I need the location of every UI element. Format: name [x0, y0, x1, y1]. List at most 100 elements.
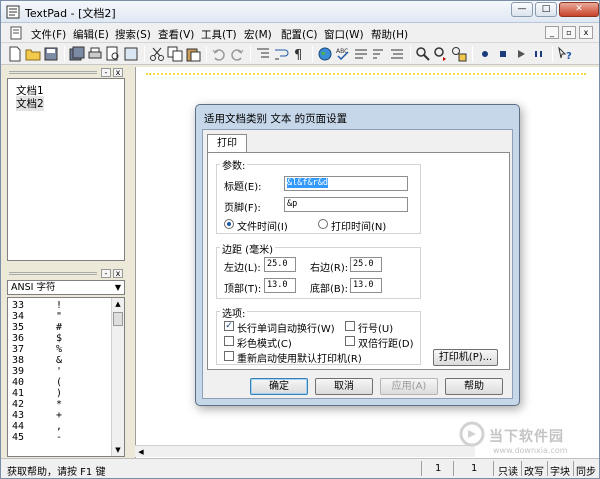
spelling-icon[interactable]: ABC: [335, 46, 351, 62]
menu-tools[interactable]: 工具(T): [201, 27, 237, 42]
list-item[interactable]: 34 ": [12, 311, 62, 322]
list-item[interactable]: 36 $: [12, 333, 62, 344]
character-list-scrollbar[interactable]: ▲ ▼: [111, 298, 124, 456]
footer-field[interactable]: &p: [284, 197, 408, 212]
list-item[interactable]: 44,: [12, 421, 62, 432]
list-item[interactable]: 43 +: [12, 410, 62, 421]
context-help-icon[interactable]: ?: [557, 46, 573, 62]
dialog-body: 打印 参数: 标题(E): &l&f&r&d 页脚(F): &p 文件时间(I)…: [202, 129, 513, 399]
horizontal-scrollbar[interactable]: ◀: [135, 445, 475, 457]
print-icon[interactable]: [87, 46, 103, 62]
word-wrap-checkbox[interactable]: ✓: [224, 321, 234, 331]
header-field[interactable]: &l&f&r&d: [284, 176, 408, 191]
panel-grip[interactable]: [9, 272, 97, 275]
tab-print[interactable]: 打印: [207, 134, 247, 153]
help-button[interactable]: 帮助: [445, 378, 503, 395]
redo-icon[interactable]: [229, 46, 245, 62]
file-time-radio[interactable]: [224, 219, 234, 229]
options-group-label: 选项:: [220, 305, 248, 320]
page-setup-dialog: 适用文档类别 文本 的页面设置 打印 参数: 标题(E): &l&f&r&d 页…: [195, 104, 520, 406]
pilcrow-icon[interactable]: ¶: [291, 46, 307, 62]
left-margin-label: 左边(L):: [224, 263, 261, 274]
print-time-radio[interactable]: [318, 219, 328, 229]
panel-close-button[interactable]: x: [113, 269, 123, 278]
maximize-button[interactable]: □: [535, 2, 557, 17]
list-item[interactable]: 35 #: [12, 322, 62, 333]
reset-printer-label: 重新启动使用默认打印机(R): [237, 354, 362, 365]
scroll-down-icon[interactable]: ▼: [112, 444, 124, 456]
menu-help[interactable]: 帮助(H): [371, 27, 408, 42]
list-item[interactable]: 37%: [12, 344, 62, 355]
document-item-selected[interactable]: 文档2: [16, 96, 44, 111]
minimize-button[interactable]: —: [511, 2, 533, 17]
watermark-url: www.downxia.com: [493, 446, 568, 455]
scroll-up-icon[interactable]: ▲: [112, 298, 124, 310]
undo-icon[interactable]: [211, 46, 227, 62]
ok-button[interactable]: 确定: [250, 378, 308, 395]
scroll-thumb[interactable]: [113, 312, 123, 326]
new-file-icon[interactable]: [7, 46, 23, 62]
doc-minimize-button[interactable]: _: [545, 26, 559, 39]
menu-configure[interactable]: 配置(C): [281, 27, 318, 42]
stop-macro-icon[interactable]: [495, 46, 511, 62]
macro-step-icon[interactable]: [531, 46, 547, 62]
print-preview-icon[interactable]: [105, 46, 121, 62]
character-list[interactable]: 33! 34 " 35 # 36 $ 37% 38 & 39 ' 40( 41) 42 * …: [7, 297, 125, 457]
color-mode-checkbox[interactable]: [224, 336, 234, 346]
document-icon[interactable]: [9, 26, 23, 40]
menu-edit[interactable]: 编辑(E): [73, 27, 109, 42]
format-icon[interactable]: [389, 46, 405, 62]
list-item[interactable]: 40(: [12, 377, 62, 388]
double-spacing-checkbox[interactable]: [345, 336, 355, 346]
list-item[interactable]: 33!: [12, 300, 62, 311]
find-next-icon[interactable]: [433, 46, 449, 62]
indent-icon[interactable]: [255, 46, 271, 62]
panel-close-button[interactable]: x: [113, 68, 123, 77]
panel-pin-button[interactable]: -: [101, 269, 111, 278]
list-item[interactable]: 42 *: [12, 399, 62, 410]
cut-icon[interactable]: [149, 46, 165, 62]
close-button[interactable]: ✕: [559, 2, 599, 17]
apply-button[interactable]: 应用(A): [380, 378, 438, 395]
printer-button[interactable]: 打印机(P)...: [433, 349, 498, 366]
cancel-button[interactable]: 取消: [315, 378, 373, 395]
copy-icon[interactable]: [167, 46, 183, 62]
reset-printer-checkbox[interactable]: [224, 351, 234, 361]
save-icon[interactable]: [43, 46, 59, 62]
replace-icon[interactable]: [451, 46, 467, 62]
play-macro-icon[interactable]: [513, 46, 529, 62]
save-all-icon[interactable]: [69, 46, 85, 62]
panel-pin-button[interactable]: -: [101, 68, 111, 77]
top-margin-field[interactable]: 13.0: [264, 278, 296, 293]
bottom-margin-field[interactable]: 13.0: [350, 278, 382, 293]
doc-restore-button[interactable]: ▫: [562, 26, 576, 39]
status-help-text: 获取帮助，请按 F1 键: [7, 467, 106, 478]
doc-close-button[interactable]: x: [579, 26, 593, 39]
sort-icon[interactable]: [371, 46, 387, 62]
list-item[interactable]: 39 ': [12, 366, 62, 377]
menu-file[interactable]: 文件(F): [31, 27, 66, 42]
record-macro-icon[interactable]: [477, 46, 493, 62]
menu-view[interactable]: 查看(V): [158, 27, 194, 42]
clip-library-select[interactable]: ANSI 字符 ▼: [7, 280, 125, 295]
status-overwrite: 改写: [524, 467, 544, 478]
panel-grip[interactable]: [9, 71, 97, 74]
menu-window[interactable]: 窗口(W): [324, 27, 364, 42]
line-numbers-checkbox[interactable]: [345, 321, 355, 331]
globe-icon[interactable]: [317, 46, 333, 62]
right-margin-field[interactable]: 25.0: [350, 257, 382, 272]
paste-icon[interactable]: [185, 46, 201, 62]
left-margin-field[interactable]: 25.0: [264, 257, 296, 272]
word-wrap-icon[interactable]: [273, 46, 289, 62]
list-item[interactable]: 45-: [12, 432, 62, 443]
scroll-left-icon[interactable]: ◀: [135, 446, 147, 458]
svg-text:¶: ¶: [294, 48, 302, 62]
list-item[interactable]: 38 &: [12, 355, 62, 366]
menu-macros[interactable]: 宏(M): [244, 27, 272, 42]
preview-icon[interactable]: [123, 46, 139, 62]
open-folder-icon[interactable]: [25, 46, 41, 62]
menu-search[interactable]: 搜索(S): [115, 27, 151, 42]
stats-icon[interactable]: [353, 46, 369, 62]
find-icon[interactable]: [415, 46, 431, 62]
list-item[interactable]: 41): [12, 388, 62, 399]
